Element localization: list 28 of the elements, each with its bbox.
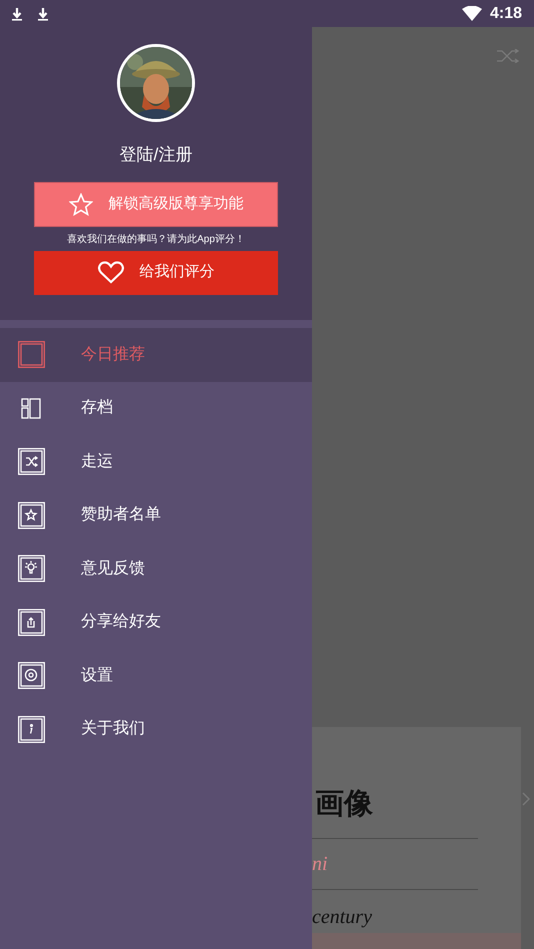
shuffle-icon <box>18 448 45 476</box>
menu-item[interactable]: 走运 <box>0 435 312 488</box>
settings-icon <box>18 662 45 690</box>
rate-button[interactable]: 给我们评分 <box>34 250 278 294</box>
rate-prompt-text: 喜欢我们在做的事吗？请为此App评分！ <box>67 232 245 246</box>
info-icon <box>18 716 45 743</box>
menu-item[interactable]: 关于我们 <box>0 702 312 756</box>
download-icon <box>38 6 48 20</box>
star-icon <box>18 502 45 529</box>
share-icon <box>18 608 45 636</box>
square-icon <box>18 341 45 368</box>
menu-item[interactable]: 存档 <box>0 382 312 435</box>
menu-item[interactable]: 设置 <box>0 649 312 702</box>
chevron-right-icon[interactable] <box>522 792 530 806</box>
login-link[interactable]: 登陆/注册 <box>120 142 192 168</box>
clock-time: 4:18 <box>490 4 522 24</box>
star-icon <box>68 192 92 216</box>
menu-item[interactable]: 分享给好友 <box>0 596 312 649</box>
download-icon <box>12 6 22 20</box>
card-text: century <box>312 904 373 930</box>
menu-item[interactable]: 赞助者名单 <box>0 488 312 542</box>
card-title: 画像 <box>314 785 374 822</box>
menu-item[interactable]: 意见反馈 <box>0 542 312 596</box>
heart-icon <box>98 261 124 284</box>
wifi-icon <box>462 6 482 21</box>
lightbulb-icon <box>18 555 45 582</box>
card-subtitle: ni <box>312 852 329 876</box>
shuffle-icon[interactable] <box>497 49 519 63</box>
